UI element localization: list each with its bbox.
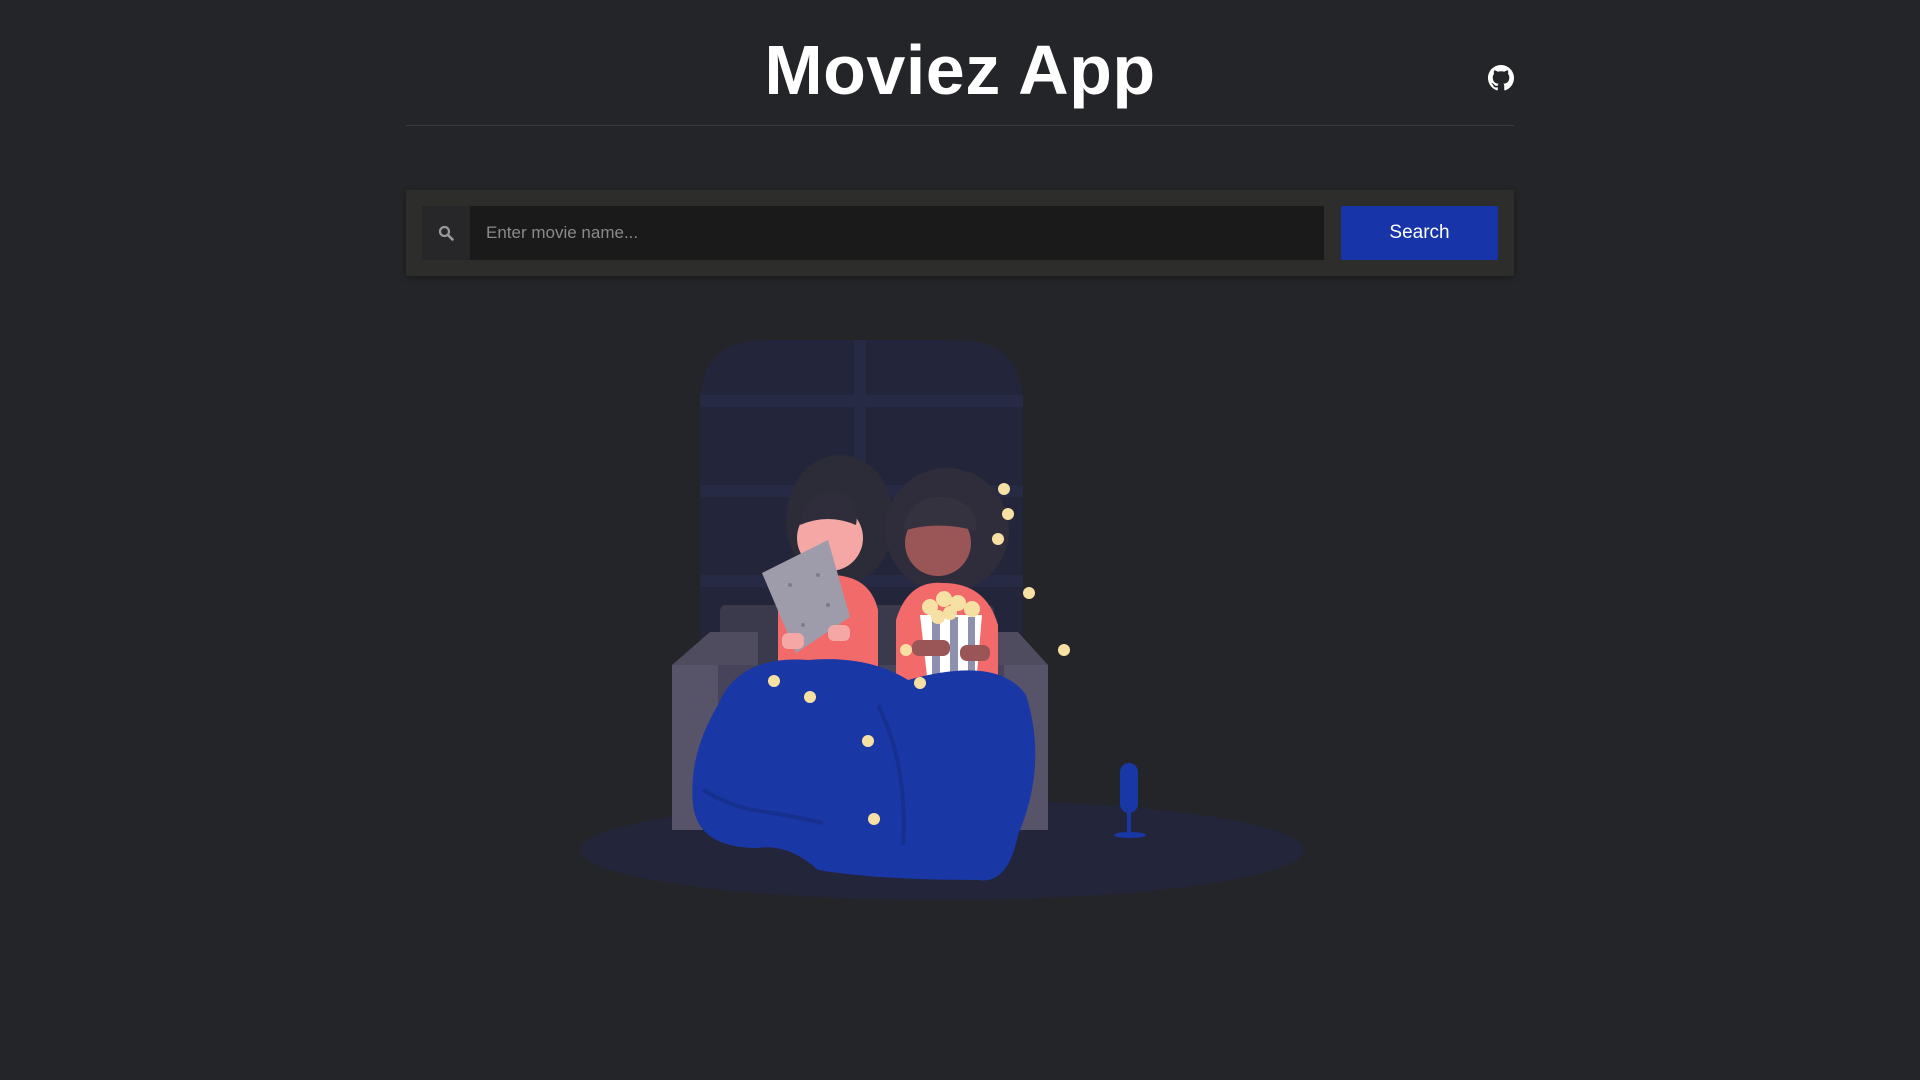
app-header: Moviez App: [406, 0, 1514, 126]
search-input[interactable]: [470, 206, 1324, 260]
page-container: Moviez App Search: [406, 0, 1514, 1080]
github-icon: [1488, 65, 1514, 91]
github-link[interactable]: [1488, 65, 1514, 91]
watching-movie-illustration: [578, 335, 1338, 915]
search-panel: Search: [406, 190, 1514, 276]
search-button[interactable]: Search: [1341, 206, 1498, 260]
search-icon-box: [422, 206, 470, 260]
search-icon: [438, 225, 454, 241]
app-title: Moviez App: [764, 31, 1156, 109]
